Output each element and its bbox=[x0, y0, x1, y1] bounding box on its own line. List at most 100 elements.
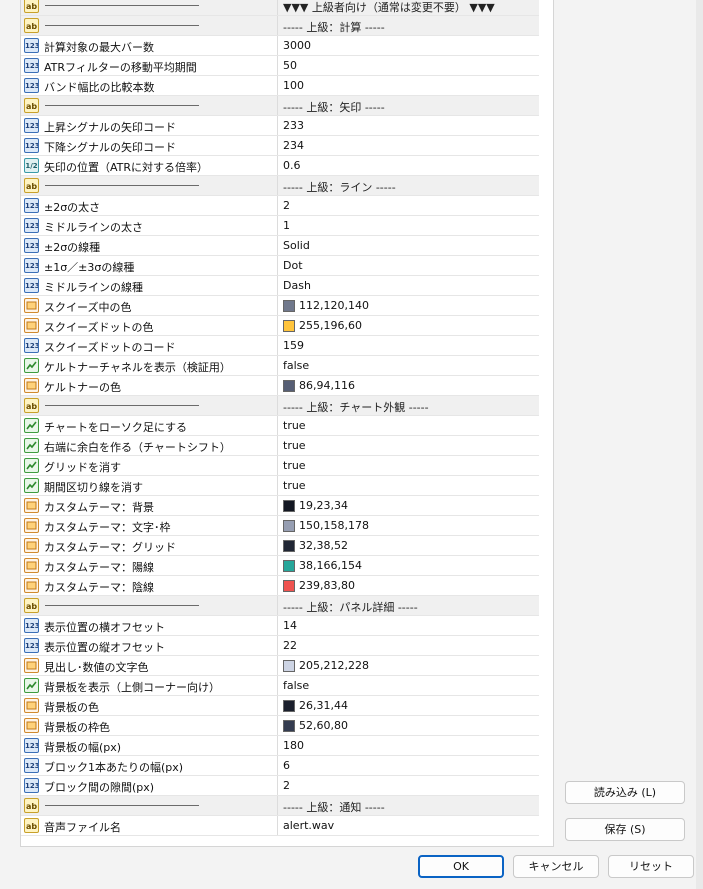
separator-row[interactable]: ab ▼▼▼ 上級者向け（通常は変更不要） ▼▼▼ bbox=[21, 0, 539, 16]
color-swatch[interactable] bbox=[283, 560, 295, 572]
parameter-value-cell[interactable]: 150,158,178 bbox=[279, 516, 539, 535]
parameter-value-cell[interactable]: 205,212,228 bbox=[279, 656, 539, 675]
load-button[interactable]: 読み込み (L) bbox=[565, 781, 685, 804]
parameter-row[interactable]: スクイーズドットの色 255,196,60 bbox=[21, 316, 539, 336]
parameter-row[interactable]: 123 下降シグナルの矢印コード 234 bbox=[21, 136, 539, 156]
parameter-row[interactable]: カスタムテーマ：グリッド 32,38,52 bbox=[21, 536, 539, 556]
parameter-value-cell[interactable]: 239,83,80 bbox=[279, 576, 539, 595]
parameter-value-cell[interactable]: true bbox=[279, 456, 539, 475]
separator-row[interactable]: ab ----- 上級：チャート外観 ----- bbox=[21, 396, 539, 416]
color-swatch[interactable] bbox=[283, 520, 295, 532]
parameter-row[interactable]: 右端に余白を作る（チャートシフト） true bbox=[21, 436, 539, 456]
cancel-button[interactable]: キャンセル bbox=[513, 855, 599, 878]
parameter-row[interactable]: カスタムテーマ：陰線 239,83,80 bbox=[21, 576, 539, 596]
parameter-value-cell[interactable]: 38,166,154 bbox=[279, 556, 539, 575]
parameter-row[interactable]: ab 音声ファイル名 alert.wav bbox=[21, 816, 539, 836]
separator-row[interactable]: ab ----- 上級：パネル詳細 ----- bbox=[21, 596, 539, 616]
section-title: ----- 上級：計算 ----- bbox=[283, 21, 385, 34]
parameter-value-cell[interactable]: 22 bbox=[279, 636, 539, 655]
parameter-row[interactable]: 123 ATRフィルターの移動平均期間 50 bbox=[21, 56, 539, 76]
parameter-name-cell: ab bbox=[21, 396, 278, 415]
parameter-value-cell[interactable]: 180 bbox=[279, 736, 539, 755]
parameter-value-cell[interactable]: 100 bbox=[279, 76, 539, 95]
parameter-value-cell[interactable]: 26,31,44 bbox=[279, 696, 539, 715]
ok-button[interactable]: OK bbox=[418, 855, 504, 878]
parameter-row[interactable]: 123 背景板の幅(px) 180 bbox=[21, 736, 539, 756]
parameter-row[interactable]: カスタムテーマ：文字･枠 150,158,178 bbox=[21, 516, 539, 536]
parameter-value-cell[interactable]: 112,120,140 bbox=[279, 296, 539, 315]
color-icon bbox=[24, 518, 39, 533]
color-swatch[interactable] bbox=[283, 300, 295, 312]
parameter-value-cell[interactable]: 6 bbox=[279, 756, 539, 775]
parameter-row[interactable]: 123 ミドルラインの太さ 1 bbox=[21, 216, 539, 236]
parameter-row[interactable]: 123 スクイーズドットのコード 159 bbox=[21, 336, 539, 356]
color-swatch[interactable] bbox=[283, 540, 295, 552]
parameter-row[interactable]: 123 上昇シグナルの矢印コード 233 bbox=[21, 116, 539, 136]
parameter-value-cell[interactable]: 86,94,116 bbox=[279, 376, 539, 395]
parameter-row[interactable]: 背景板を表示（上側コーナー向け） false bbox=[21, 676, 539, 696]
parameter-row[interactable]: 123 バンド幅比の比較本数 100 bbox=[21, 76, 539, 96]
parameter-row[interactable]: 123 ±2σの線種 Solid bbox=[21, 236, 539, 256]
parameter-value-cell[interactable]: 0.6 bbox=[279, 156, 539, 175]
parameter-value-cell[interactable]: 32,38,52 bbox=[279, 536, 539, 555]
parameter-row[interactable]: 期間区切り線を消す true bbox=[21, 476, 539, 496]
color-swatch[interactable] bbox=[283, 660, 295, 672]
parameter-value-cell[interactable]: 2 bbox=[279, 776, 539, 795]
separator-row[interactable]: ab ----- 上級：通知 ----- bbox=[21, 796, 539, 816]
parameter-row[interactable]: 見出し･数値の文字色 205,212,228 bbox=[21, 656, 539, 676]
color-swatch[interactable] bbox=[283, 720, 295, 732]
parameter-row[interactable]: 123 表示位置の横オフセット 14 bbox=[21, 616, 539, 636]
parameter-row[interactable]: ケルトナーチャネルを表示（検証用） false bbox=[21, 356, 539, 376]
color-swatch[interactable] bbox=[283, 580, 295, 592]
parameter-value-cell[interactable]: 19,23,34 bbox=[279, 496, 539, 515]
parameter-row[interactable]: 背景板の枠色 52,60,80 bbox=[21, 716, 539, 736]
parameter-row[interactable]: 123 表示位置の縦オフセット 22 bbox=[21, 636, 539, 656]
separator-row[interactable]: ab ----- 上級：矢印 ----- bbox=[21, 96, 539, 116]
parameter-value-cell[interactable]: 233 bbox=[279, 116, 539, 135]
parameter-value-cell[interactable]: 1 bbox=[279, 216, 539, 235]
parameter-value-cell[interactable]: Dash bbox=[279, 276, 539, 295]
parameter-value-cell[interactable]: 50 bbox=[279, 56, 539, 75]
color-swatch[interactable] bbox=[283, 320, 295, 332]
parameter-value-cell[interactable]: alert.wav bbox=[279, 816, 539, 835]
parameter-name-cell: 1/2 矢印の位置（ATRに対する倍率） bbox=[21, 156, 278, 175]
color-swatch[interactable] bbox=[283, 700, 295, 712]
parameter-value-cell[interactable]: 14 bbox=[279, 616, 539, 635]
separator-row[interactable]: ab ----- 上級：ライン ----- bbox=[21, 176, 539, 196]
parameter-row[interactable]: 123 ブロック間の隙間(px) 2 bbox=[21, 776, 539, 796]
parameter-value-cell[interactable]: true bbox=[279, 416, 539, 435]
parameter-row[interactable]: カスタムテーマ：陽線 38,166,154 bbox=[21, 556, 539, 576]
parameter-row[interactable]: チャートをローソク足にする true bbox=[21, 416, 539, 436]
parameter-value: 3000 bbox=[283, 39, 311, 52]
parameter-value-cell[interactable]: true bbox=[279, 476, 539, 495]
parameter-row[interactable]: 123 ±2σの太さ 2 bbox=[21, 196, 539, 216]
parameter-row[interactable]: グリッドを消す true bbox=[21, 456, 539, 476]
parameter-value-cell[interactable]: 3000 bbox=[279, 36, 539, 55]
parameter-row[interactable]: ケルトナーの色 86,94,116 bbox=[21, 376, 539, 396]
parameter-value-cell[interactable]: false bbox=[279, 356, 539, 375]
reset-button[interactable]: リセット bbox=[608, 855, 694, 878]
parameter-row[interactable]: 123 ミドルラインの線種 Dash bbox=[21, 276, 539, 296]
parameter-row[interactable]: 123 計算対象の最大バー数 3000 bbox=[21, 36, 539, 56]
parameter-value-cell[interactable]: 255,196,60 bbox=[279, 316, 539, 335]
color-swatch[interactable] bbox=[283, 380, 295, 392]
parameter-row[interactable]: スクイーズ中の色 112,120,140 bbox=[21, 296, 539, 316]
parameter-value-cell[interactable]: 234 bbox=[279, 136, 539, 155]
color-swatch[interactable] bbox=[283, 500, 295, 512]
parameter-value-cell[interactable]: false bbox=[279, 676, 539, 695]
parameter-value-cell[interactable]: true bbox=[279, 436, 539, 455]
parameter-value-cell[interactable]: Solid bbox=[279, 236, 539, 255]
parameter-name: カスタムテーマ：グリッド bbox=[44, 541, 176, 554]
separator-row[interactable]: ab ----- 上級：計算 ----- bbox=[21, 16, 539, 36]
parameter-value-cell[interactable]: 2 bbox=[279, 196, 539, 215]
parameter-row[interactable]: 背景板の色 26,31,44 bbox=[21, 696, 539, 716]
save-button[interactable]: 保存 (S) bbox=[565, 818, 685, 841]
parameter-value-cell[interactable]: 52,60,80 bbox=[279, 716, 539, 735]
parameter-row[interactable]: 123 ±1σ／±3σの線種 Dot bbox=[21, 256, 539, 276]
parameter-row[interactable]: 123 ブロック1本あたりの幅(px) 6 bbox=[21, 756, 539, 776]
parameter-row[interactable]: 1/2 矢印の位置（ATRに対する倍率） 0.6 bbox=[21, 156, 539, 176]
parameter-name-cell: 123 ミドルラインの線種 bbox=[21, 276, 278, 295]
parameter-value-cell[interactable]: Dot bbox=[279, 256, 539, 275]
parameter-value-cell[interactable]: 159 bbox=[279, 336, 539, 355]
parameter-row[interactable]: カスタムテーマ：背景 19,23,34 bbox=[21, 496, 539, 516]
